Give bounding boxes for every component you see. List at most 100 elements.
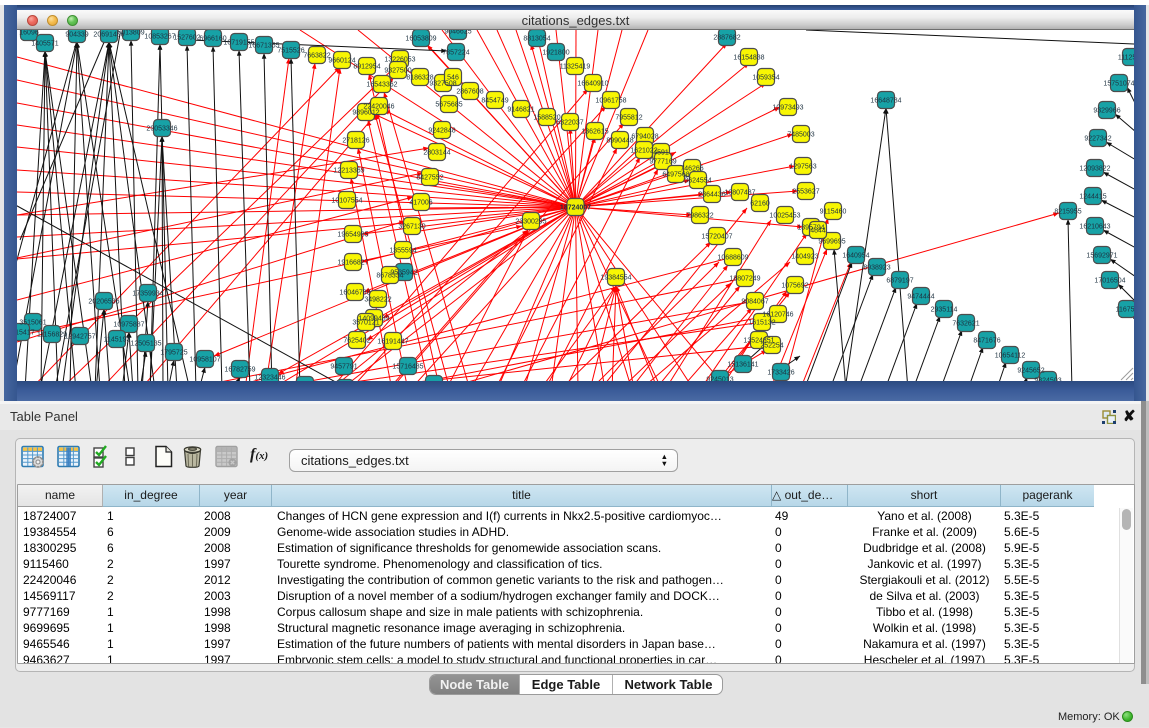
svg-text:22420046: 22420046	[363, 104, 394, 111]
svg-text:16210643: 16210643	[1079, 224, 1110, 231]
svg-text:9457791: 9457791	[330, 364, 357, 371]
svg-text:7986322: 7986322	[686, 213, 713, 220]
svg-text:29053346: 29053346	[146, 126, 177, 133]
svg-text:8215955: 8215955	[1054, 209, 1081, 216]
svg-text:17016504: 17016504	[1094, 278, 1125, 285]
svg-text:16191447: 16191447	[377, 339, 408, 346]
svg-text:9245652: 9245652	[1017, 368, 1044, 375]
svg-text:1297563: 1297563	[789, 164, 816, 171]
svg-text:2887682: 2887682	[713, 35, 740, 42]
svg-text:1362615: 1362615	[581, 129, 608, 136]
svg-text:16120746: 16120746	[762, 312, 793, 319]
svg-text:16648784: 16648784	[870, 98, 901, 105]
svg-text:8678334: 8678334	[376, 273, 403, 280]
svg-text:16053809: 16053809	[405, 36, 436, 43]
svg-text:5675685: 5675685	[435, 102, 462, 109]
svg-text:10958107: 10958107	[189, 357, 220, 364]
svg-text:1527602: 1527602	[173, 35, 200, 42]
svg-text:252254: 252254	[760, 343, 783, 350]
svg-text:10961758: 10961758	[595, 98, 626, 105]
svg-text:6322037: 6322037	[556, 120, 583, 127]
svg-text:16671355: 16671355	[248, 43, 279, 50]
svg-text:12323446: 12323446	[254, 375, 285, 382]
svg-text:15716485: 15716485	[392, 364, 423, 371]
svg-text:9660124: 9660124	[328, 58, 355, 65]
svg-text:9329966: 9329966	[1093, 108, 1120, 115]
svg-text:18724007: 18724007	[560, 205, 591, 212]
svg-text:1404923: 1404923	[791, 254, 818, 261]
svg-text:17359934: 17359934	[132, 291, 163, 298]
svg-text:3515061: 3515061	[19, 320, 46, 327]
svg-text:12213369: 12213369	[333, 168, 364, 175]
svg-text:4844: 4844	[810, 228, 826, 235]
svg-text:9084067: 9084067	[741, 299, 768, 306]
svg-text:1112540: 1112540	[1118, 55, 1134, 62]
svg-text:15751074: 15751074	[1103, 81, 1134, 88]
svg-text:10853267: 10853267	[144, 34, 175, 41]
svg-text:9245013: 9245013	[706, 377, 733, 382]
svg-text:7632621: 7632621	[952, 321, 979, 328]
svg-text:1355594: 1355594	[389, 248, 416, 255]
svg-text:19166827: 19166827	[337, 260, 368, 267]
svg-text:3498222: 3498222	[364, 297, 391, 304]
svg-text:116753: 116753	[1116, 307, 1134, 314]
svg-text:417006: 417006	[409, 200, 432, 207]
svg-text:9896012: 9896012	[352, 110, 379, 117]
svg-text:8912954: 8912954	[353, 64, 380, 71]
svg-text:16640910: 16640910	[577, 81, 608, 88]
svg-text:15136141: 15136141	[727, 362, 758, 369]
svg-text:7955812: 7955812	[615, 115, 642, 122]
svg-text:7515526: 7515526	[277, 48, 304, 55]
svg-text:8427552: 8427552	[416, 175, 443, 182]
svg-text:1075692: 1075692	[781, 283, 808, 290]
svg-text:2867608: 2867608	[456, 89, 483, 96]
svg-text:16543362: 16543362	[366, 82, 397, 89]
svg-text:20206536: 20206536	[88, 299, 119, 306]
svg-text:2803144: 2803144	[423, 150, 450, 157]
svg-text:13226053: 13226053	[384, 57, 415, 64]
svg-text:3570121: 3570121	[352, 320, 379, 327]
svg-text:2364436: 2364436	[698, 192, 725, 199]
svg-text:9699695: 9699695	[818, 239, 845, 246]
svg-text:15692971: 15692971	[1086, 253, 1117, 260]
svg-text:8471676: 8471676	[973, 338, 1000, 345]
svg-text:1733426: 1733426	[767, 370, 794, 377]
svg-text:62160: 62160	[750, 201, 770, 208]
svg-text:7485003: 7485003	[787, 132, 814, 139]
svg-text:12093822: 12093822	[1079, 166, 1110, 173]
svg-text:9777169: 9777169	[649, 159, 676, 166]
svg-text:8938923: 8938923	[863, 265, 890, 272]
svg-text:904339: 904339	[65, 32, 88, 39]
svg-text:10688609: 10688609	[717, 255, 748, 262]
svg-text:3915417: 3915417	[17, 330, 35, 337]
svg-text:3624554: 3624554	[684, 178, 711, 185]
svg-text:1615132: 1615132	[748, 320, 775, 327]
svg-text:12505135: 12505135	[130, 341, 161, 348]
svg-text:2935114: 2935114	[931, 307, 958, 314]
svg-text:9227342: 9227342	[1084, 136, 1111, 143]
svg-text:2718126: 2718126	[342, 138, 369, 145]
svg-text:8454749: 8454749	[481, 98, 508, 105]
svg-text:7857224: 7857224	[442, 50, 469, 57]
svg-text:18807249: 18807249	[729, 276, 760, 283]
svg-text:9115460: 9115460	[820, 209, 847, 216]
svg-text:19384554: 19384554	[600, 275, 631, 282]
svg-text:2553627: 2553627	[792, 189, 819, 196]
svg-text:3267130: 3267130	[398, 224, 425, 231]
svg-text:11325419: 11325419	[560, 64, 591, 71]
svg-text:23300295: 23300295	[515, 219, 546, 226]
svg-text:1244415: 1244415	[1079, 194, 1106, 201]
svg-text:9474444: 9474444	[907, 294, 934, 301]
svg-text:10973493: 10973493	[772, 105, 803, 112]
svg-text:6013809: 6013809	[117, 30, 144, 37]
svg-text:9242848: 9242848	[428, 128, 455, 135]
svg-text:19654985: 19654985	[337, 232, 368, 239]
svg-text:1795725: 1795725	[160, 350, 187, 357]
svg-text:10654112: 10654112	[995, 353, 1026, 360]
svg-text:6879197: 6879197	[886, 278, 913, 285]
svg-text:1640954: 1640954	[842, 253, 869, 260]
svg-text:15720407: 15720407	[701, 234, 732, 241]
svg-text:9146821: 9146821	[507, 107, 534, 114]
svg-text:10975887: 10975887	[113, 322, 144, 329]
svg-text:16046788: 16046788	[339, 290, 370, 297]
